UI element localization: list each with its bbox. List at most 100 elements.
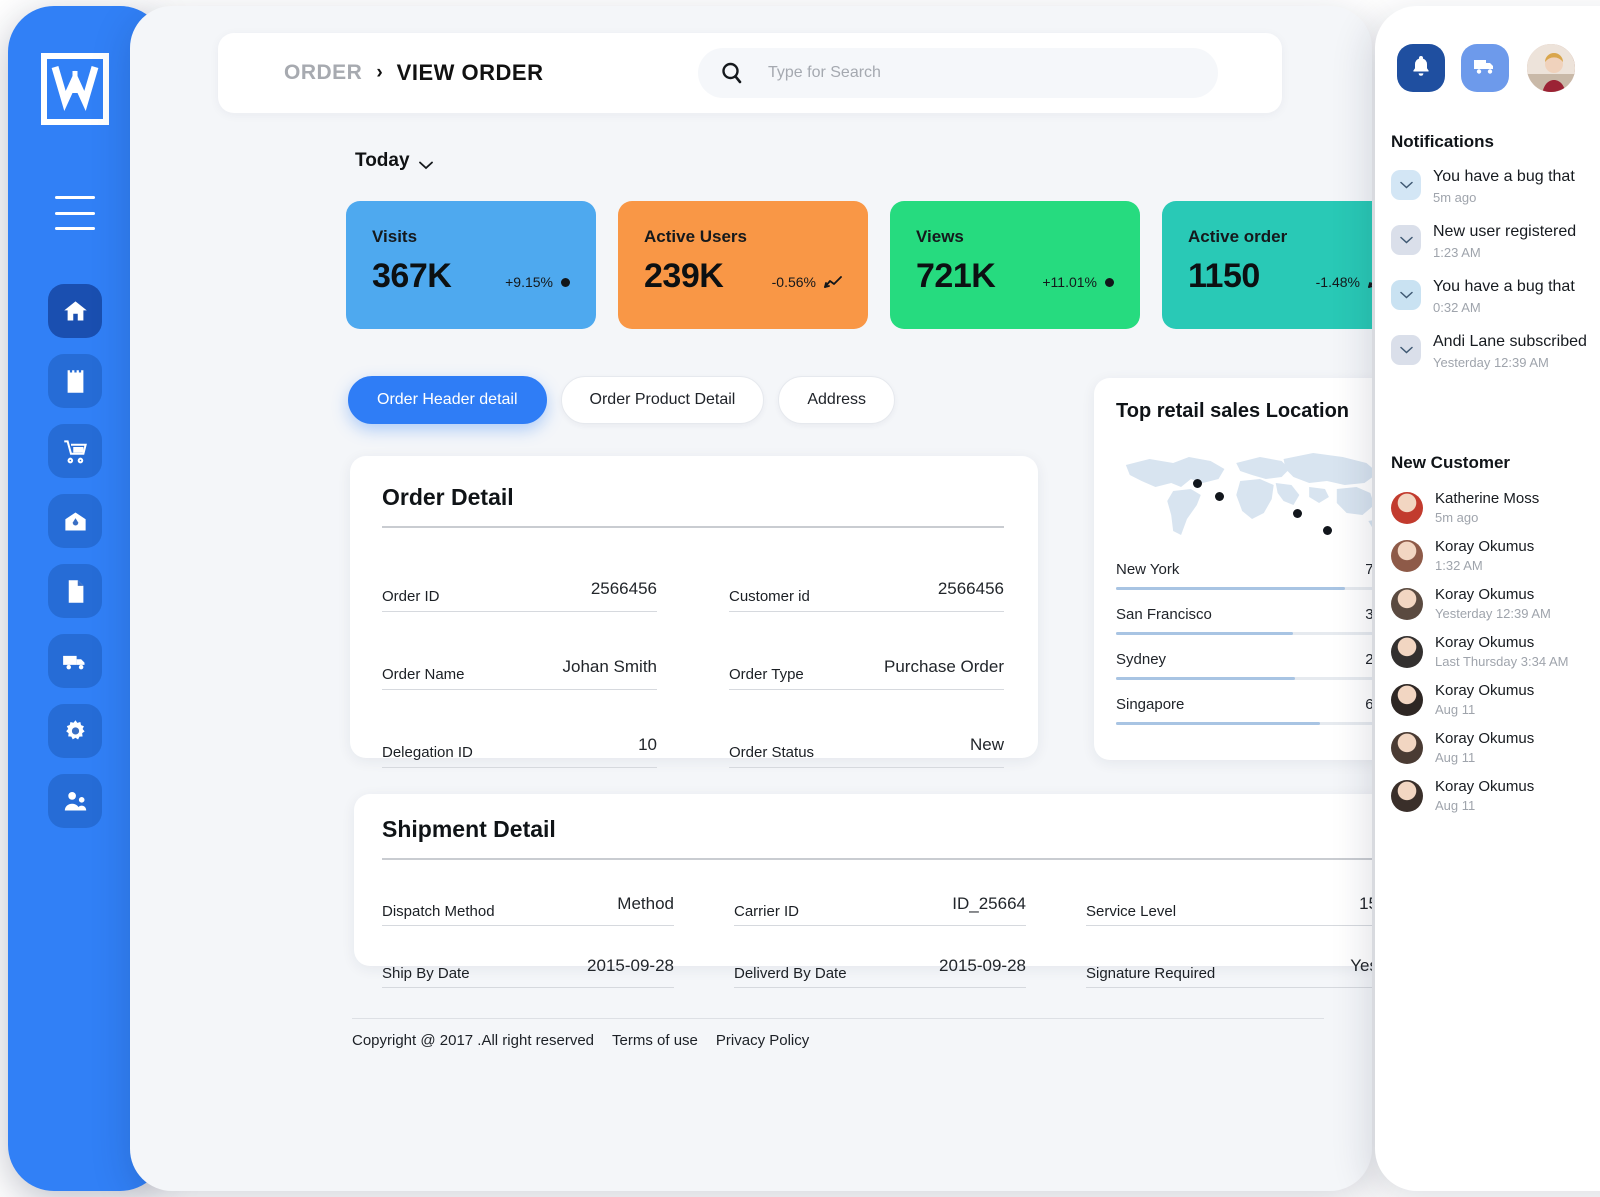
- main-panel: ORDER › VIEW ORDER Today Visits: [130, 6, 1372, 1191]
- customer-name: Koray Okumus: [1435, 778, 1535, 795]
- sidebar-item-warehouse[interactable]: [48, 494, 102, 548]
- stat-card-active-users[interactable]: Active Users 239K -0.56%: [618, 201, 868, 329]
- date-filter-dropdown[interactable]: Today: [355, 150, 433, 172]
- avatar[interactable]: [1525, 42, 1577, 94]
- sidebar-item-settings[interactable]: [48, 704, 102, 758]
- customer-name: Koray Okumus: [1435, 682, 1535, 699]
- trend-down-icon: [824, 275, 842, 289]
- field-label: Dispatch Method: [382, 903, 495, 920]
- sidebar-item-documents[interactable]: [48, 564, 102, 618]
- notifications-title: Notifications: [1391, 132, 1494, 151]
- chevron-down-icon[interactable]: [1391, 170, 1421, 200]
- order-detail-card: Order Detail Order ID 2566456 Customer i…: [350, 456, 1038, 768]
- chevron-down-icon[interactable]: [1391, 335, 1421, 365]
- stat-card-views[interactable]: Views 721K +11.01%: [890, 201, 1140, 329]
- sidebar-item-shipping[interactable]: [48, 634, 102, 688]
- field-value: Purchase Order: [884, 657, 1004, 676]
- avatar: [1391, 779, 1423, 812]
- notification-item[interactable]: You have a bug that 0:32 AM: [1391, 278, 1600, 315]
- search-icon: [720, 61, 744, 85]
- terms-of-use-link[interactable]: Terms of use: [612, 1032, 698, 1049]
- sidebar-item-users[interactable]: [48, 774, 102, 828]
- stat-title: Active order: [1188, 227, 1288, 246]
- footer-divider: [352, 1018, 1324, 1019]
- list-item[interactable]: Koray Okumus Aug 11: [1391, 778, 1600, 813]
- right-panel-actions: [1397, 42, 1577, 94]
- avatar: [1391, 683, 1423, 716]
- stat-delta: +11.01%: [1042, 274, 1118, 290]
- progress-fill: [1116, 677, 1296, 680]
- notification-time: 1:23 AM: [1433, 245, 1481, 260]
- location-value: 72K: [1365, 561, 1372, 578]
- bell-icon: [1409, 54, 1433, 83]
- sidebar-item-cart[interactable]: [48, 424, 102, 478]
- notification-item[interactable]: You have a bug that 5m ago: [1391, 168, 1600, 205]
- location-row-singapore: Singapore 61K: [1116, 696, 1372, 725]
- detail-tabs: Order Header detail Order Product Detail…: [348, 376, 896, 424]
- search-bar[interactable]: [698, 48, 1218, 98]
- sidebar-item-orders[interactable]: [48, 354, 102, 408]
- list-item[interactable]: Koray Okumus Last Thursday 3:34 AM: [1391, 634, 1600, 669]
- notifications-button[interactable]: [1397, 44, 1445, 92]
- tab-order-header-detail[interactable]: Order Header detail: [348, 376, 547, 424]
- sidebar-nav: [48, 284, 104, 844]
- list-item[interactable]: Katherine Moss 5m ago: [1391, 490, 1600, 525]
- location-name: Sydney: [1116, 651, 1167, 668]
- chart-title: Top retail sales Location: [1116, 400, 1350, 422]
- shipments-button[interactable]: [1461, 44, 1509, 92]
- privacy-policy-link[interactable]: Privacy Policy: [716, 1032, 809, 1049]
- stat-value: 367K: [372, 257, 452, 295]
- customer-time: Yesterday 12:39 AM: [1435, 606, 1551, 621]
- notification-item[interactable]: New user registered 1:23 AM: [1391, 223, 1600, 260]
- location-row-new-york: New York 72K: [1116, 561, 1372, 590]
- field-order-name: Order Name Johan Smith: [382, 612, 657, 690]
- field-label: Service Level: [1086, 903, 1177, 920]
- field-dispatch-method: Dispatch Method Method: [382, 864, 674, 926]
- customer-time: Aug 11: [1435, 798, 1476, 813]
- notification-time: 0:32 AM: [1433, 300, 1481, 315]
- location-value: 25K: [1365, 651, 1372, 668]
- field-value: 2566456: [590, 579, 657, 598]
- brand-logo-icon[interactable]: [41, 53, 109, 125]
- stat-delta-value: -1.48%: [1315, 274, 1360, 290]
- avatar: [1391, 491, 1423, 524]
- location-name: New York: [1116, 561, 1180, 578]
- date-filter-label: Today: [355, 150, 410, 171]
- chevron-down-icon[interactable]: [1391, 225, 1421, 255]
- new-customer-title: New Customer: [1391, 453, 1511, 472]
- shipment-detail-title: Shipment Detail: [382, 816, 556, 842]
- breadcrumb: ORDER › VIEW ORDER: [284, 60, 543, 86]
- sidebar-item-home[interactable]: [48, 284, 102, 338]
- notification-item[interactable]: Andi Lane subscribed Yesterday 12:39 AM: [1391, 333, 1600, 370]
- field-value: 2566456: [937, 579, 1004, 598]
- stat-card-visits[interactable]: Visits 367K +9.15%: [346, 201, 596, 329]
- progress-track: [1116, 632, 1372, 635]
- stat-value: 721K: [916, 257, 996, 295]
- customer-name: Koray Okumus: [1435, 730, 1535, 747]
- customer-name: Koray Okumus: [1435, 538, 1535, 555]
- location-name: San Francisco: [1116, 606, 1212, 623]
- tab-address[interactable]: Address: [778, 376, 896, 424]
- list-item[interactable]: Koray Okumus 1:32 AM: [1391, 538, 1600, 573]
- field-delegation-id: Delegation ID 10: [382, 690, 657, 768]
- field-deliverd-by-date: Deliverd By Date 2015-09-28: [734, 926, 1026, 988]
- order-detail-title: Order Detail: [382, 484, 514, 510]
- stat-cards: Visits 367K +9.15% Active Users 239K -0.…: [346, 201, 1372, 329]
- location-value: 61K: [1365, 696, 1372, 713]
- location-row-san-francisco: San Francisco 39K: [1116, 606, 1372, 635]
- list-item[interactable]: Koray Okumus Yesterday 12:39 AM: [1391, 586, 1600, 621]
- list-item[interactable]: Koray Okumus Aug 11: [1391, 730, 1600, 765]
- customer-time: 1:32 AM: [1435, 558, 1483, 573]
- hamburger-icon[interactable]: [55, 196, 95, 230]
- tab-order-product-detail[interactable]: Order Product Detail: [560, 376, 765, 424]
- customer-time: Aug 11: [1435, 750, 1476, 765]
- search-input[interactable]: [768, 64, 1168, 82]
- notifications-list: You have a bug that 5m ago New user regi…: [1391, 168, 1600, 388]
- stat-title: Visits: [372, 227, 418, 246]
- breadcrumb-root[interactable]: ORDER: [284, 61, 362, 85]
- notification-time: Yesterday 12:39 AM: [1433, 355, 1549, 370]
- list-item[interactable]: Koray Okumus Aug 11: [1391, 682, 1600, 717]
- stat-card-active-order[interactable]: Active order 1150 -1.48%: [1162, 201, 1372, 329]
- breadcrumb-current: VIEW ORDER: [396, 60, 544, 85]
- chevron-down-icon[interactable]: [1391, 280, 1421, 310]
